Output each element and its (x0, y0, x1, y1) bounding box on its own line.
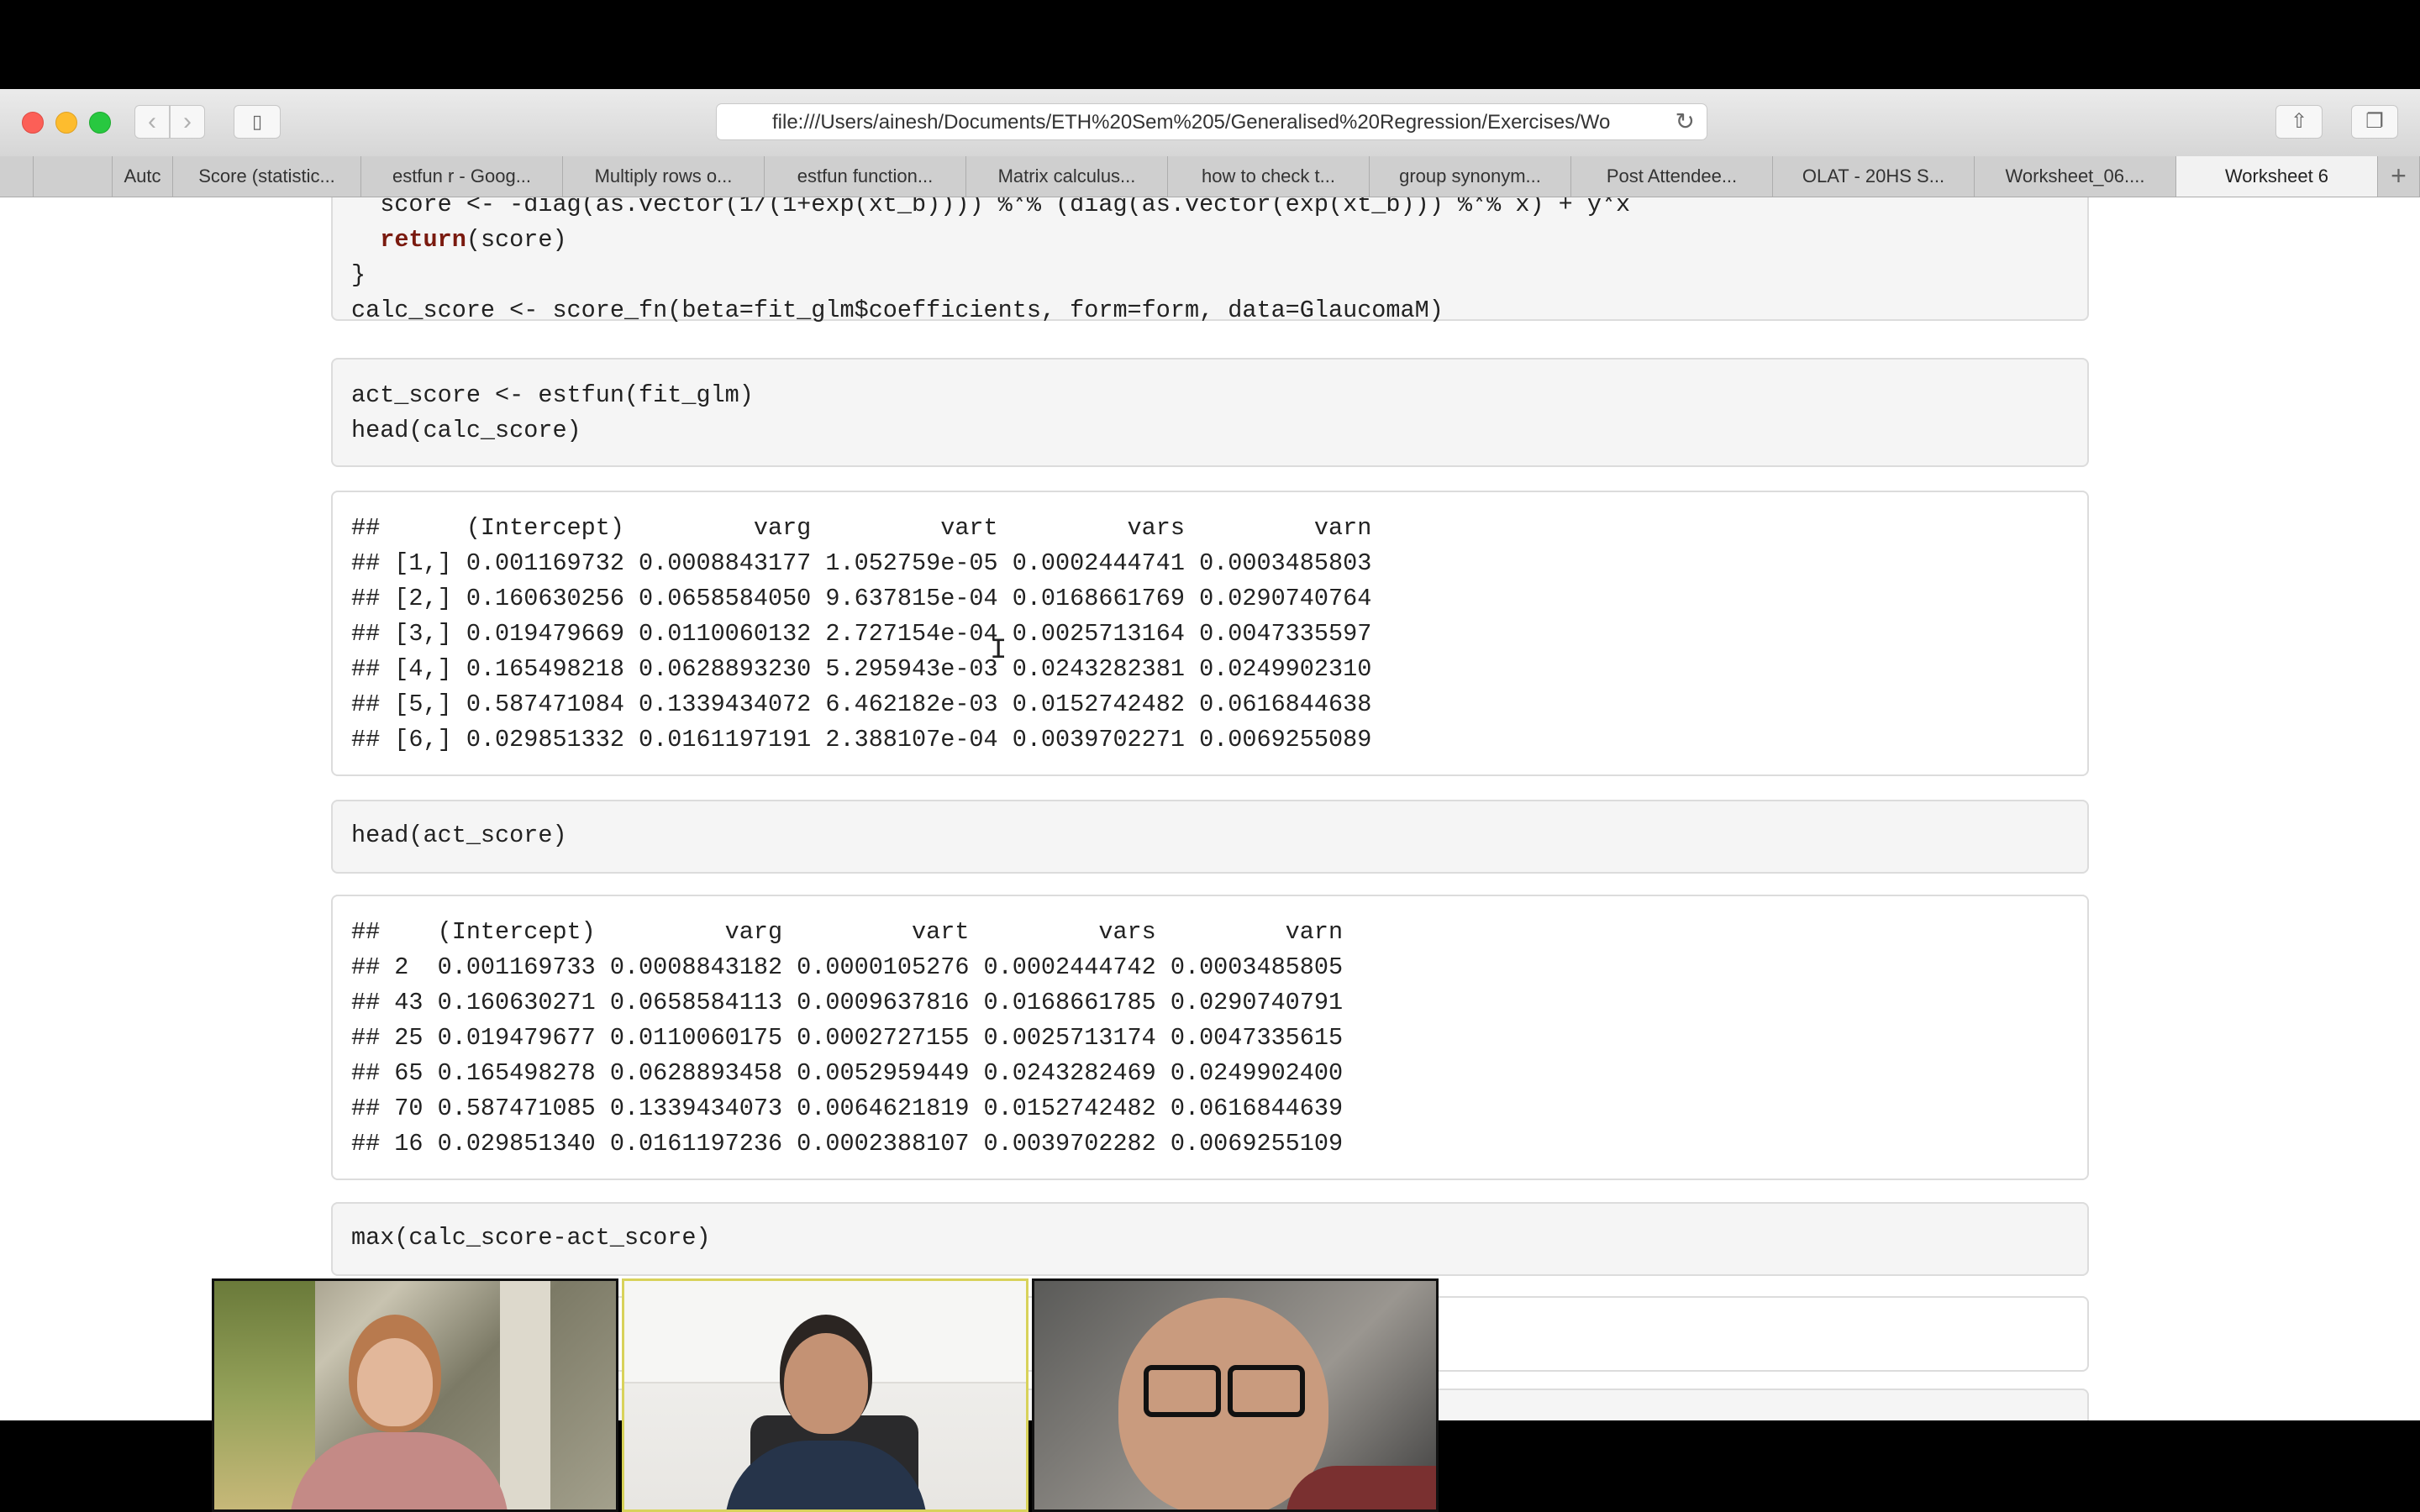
tab[interactable]: Autc (113, 156, 173, 197)
tab-overview-button[interactable]: ❐ (2351, 105, 2398, 139)
tab[interactable]: Multiply rows o... (563, 156, 765, 197)
tab[interactable]: Worksheet_06.... (1975, 156, 2176, 197)
back-button[interactable]: ‹ (134, 105, 170, 139)
code-text: head(act_score) (351, 822, 567, 849)
close-window-button[interactable] (22, 112, 44, 134)
output-block: ## (Intercept) varg vart vars varn ## [1… (331, 491, 2089, 776)
code-block: act_score <- estfun(fit_glm) head(calc_s… (331, 358, 2089, 467)
text-cursor-icon: I (990, 635, 1007, 667)
code-block: max(calc_score-act_score) (331, 1202, 2089, 1276)
minimize-window-button[interactable] (55, 112, 77, 134)
video-thumbnail-participant-2[interactable] (622, 1278, 1028, 1512)
tab[interactable]: how to check t... (1168, 156, 1370, 197)
output-text: ## (Intercept) varg vart vars varn ## 2 … (351, 918, 1344, 1158)
reload-icon[interactable]: ↻ (1676, 108, 1695, 135)
participant-body (290, 1432, 508, 1509)
tab-active[interactable]: Worksheet 6 (2176, 156, 2378, 197)
tab[interactable]: Score (statistic... (173, 156, 361, 197)
participant-body (1286, 1466, 1436, 1509)
glasses-icon (1144, 1365, 1221, 1417)
tab[interactable]: Post Attendee... (1571, 156, 1773, 197)
tab[interactable] (0, 156, 34, 197)
participant-face (357, 1338, 433, 1426)
tab-overview-icon: ❐ (2365, 110, 2384, 133)
sidebar-toggle-button[interactable]: ▯ (234, 105, 281, 139)
share-button[interactable]: ⇧ (2275, 105, 2323, 139)
sidebar-icon: ▯ (251, 111, 263, 132)
tab[interactable]: estfun function... (765, 156, 966, 197)
forward-button[interactable]: › (170, 105, 205, 139)
chevron-right-icon: › (183, 108, 192, 135)
url-text: file:///Users/ainesh/Documents/ETH%20Sem… (772, 111, 1611, 134)
tab-bar: Autc Score (statistic... estfun r - Goog… (0, 156, 2420, 197)
title-bar: ‹ › ▯ file:///Users/ainesh/Documents/ETH… (0, 89, 2420, 157)
video-thumbnail-participant-3[interactable] (1032, 1278, 1439, 1512)
maximize-window-button[interactable] (89, 112, 111, 134)
chevron-left-icon: ‹ (148, 108, 156, 135)
output-block: ## (Intercept) varg vart vars varn ## 2 … (331, 895, 2089, 1180)
code-block: score <- -diag(as.vector(1/(1+exp(xt_b))… (331, 197, 2089, 324)
plus-icon: + (2391, 160, 2407, 191)
tab[interactable]: group synonym... (1370, 156, 1571, 197)
new-tab-button[interactable]: + (2378, 156, 2420, 197)
code-text: act_score <- estfun(fit_glm) head(calc_s… (351, 381, 754, 444)
tab[interactable]: estfun r - Goog... (361, 156, 563, 197)
tab[interactable]: OLAT - 20HS S... (1773, 156, 1975, 197)
tab[interactable]: Matrix calculus... (966, 156, 1168, 197)
output-text: ## (Intercept) varg vart vars varn ## [1… (351, 514, 1372, 753)
glasses-icon (1228, 1365, 1305, 1417)
video-thumbnail-participant-1[interactable] (212, 1278, 618, 1512)
browser-window: ‹ › ▯ file:///Users/ainesh/Documents/ETH… (0, 89, 2420, 1420)
window-frame (500, 1281, 550, 1509)
address-bar[interactable]: file:///Users/ainesh/Documents/ETH%20Sem… (716, 103, 1707, 140)
tab[interactable] (34, 156, 113, 197)
window-background (214, 1281, 315, 1509)
code-text: score <- -diag(as.vector(1/(1+exp(xt_b))… (351, 197, 1631, 324)
code-text: max(calc_score-act_score) (351, 1224, 711, 1252)
page-content[interactable]: score <- -diag(as.vector(1/(1+exp(xt_b))… (0, 197, 2420, 1420)
share-icon: ⇧ (2290, 110, 2308, 133)
code-block: head(act_score) (331, 800, 2089, 874)
participant-face (784, 1333, 868, 1434)
